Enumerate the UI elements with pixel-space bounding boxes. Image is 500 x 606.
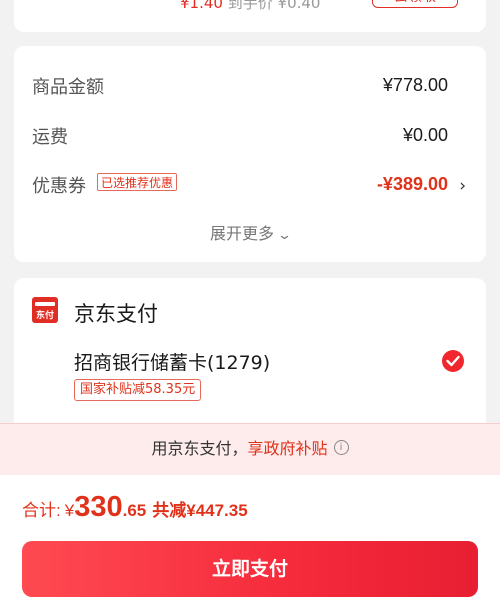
saved-amount: 共减¥447.35: [152, 501, 248, 520]
payment-title: 京东支付: [74, 302, 158, 326]
subsidy-tag: 国家补贴减58.35元: [74, 379, 202, 401]
goods-amount-value: ¥778.00: [382, 75, 448, 95]
total-summary: 合计: ¥330.65 共减¥447.35: [22, 491, 248, 524]
currency-symbol: ¥: [64, 501, 75, 520]
bank-card-name: 招商银行储蓄卡(1279): [74, 352, 271, 374]
checkout-footer: 合计: ¥330.65 共减¥447.35 立即支付: [0, 475, 500, 606]
chevron-down-icon: ⌄: [276, 228, 293, 243]
notice-prefix: 用京东支付，: [151, 439, 248, 458]
total-label: 合计:: [22, 501, 61, 520]
info-icon[interactable]: i: [333, 440, 349, 455]
pay-now-button[interactable]: 立即支付: [22, 541, 478, 597]
price-summary-card: 商品金额 ¥778.00 运费 ¥0.00 优惠券 已选推荐优惠 -¥389.0…: [14, 46, 486, 262]
jd-pay-logo-icon: 东付: [32, 297, 58, 323]
coupon-value: -¥389.00: [376, 174, 448, 194]
total-decimal: .65: [122, 501, 147, 520]
coupon-recommend-tag: 已选推荐优惠: [97, 173, 178, 191]
claim-button[interactable]: 去领取: [372, 0, 458, 8]
chevron-right-icon: ›: [459, 176, 466, 196]
goods-amount-label: 商品金额: [32, 77, 104, 98]
checkmark-icon[interactable]: [442, 350, 464, 372]
expand-more-label: 展开更多: [209, 224, 274, 243]
shipping-value: ¥0.00: [402, 125, 448, 145]
total-integer: 330: [74, 491, 123, 523]
subsidy-notice-bar: 用京东支付，享政府补贴 i: [0, 423, 500, 475]
expand-more-button[interactable]: 展开更多 ⌄: [14, 220, 486, 244]
product-card-partial: ¥1.40 到手价 ¥0.40 去领取: [14, 0, 486, 32]
shipping-label: 运费: [32, 127, 68, 148]
notice-highlight: 享政府补贴: [247, 439, 328, 458]
coupon-label: 优惠券: [32, 176, 86, 197]
product-price-partial: ¥1.40 到手价 ¥0.40: [180, 0, 321, 12]
